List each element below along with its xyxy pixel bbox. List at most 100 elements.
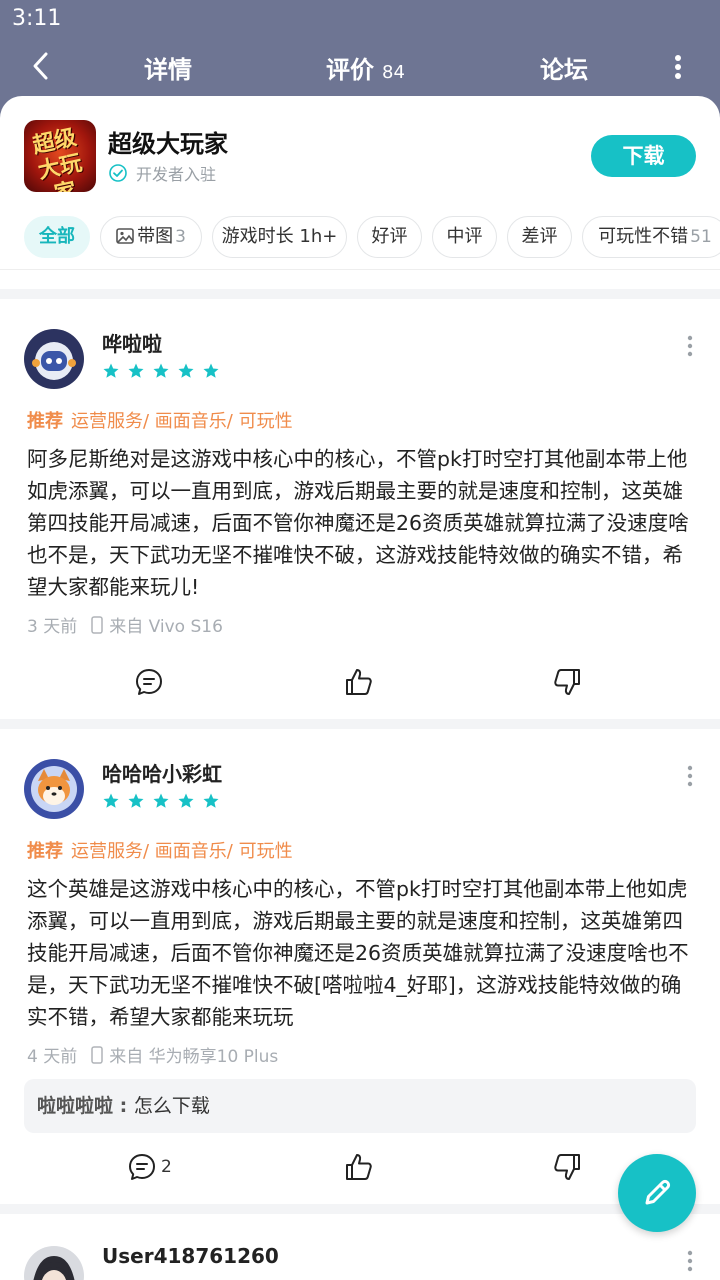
comment-icon [129, 1154, 155, 1180]
filter-chip-playability[interactable]: 可玩性不错 51 [582, 216, 720, 258]
section-gap [0, 719, 720, 729]
recommend-label: 推荐 [27, 411, 63, 432]
rating-stars [102, 362, 227, 380]
dislike-button[interactable] [552, 1147, 582, 1187]
verified-check-icon [109, 164, 127, 182]
tab-forum[interactable]: 论坛 [540, 50, 588, 85]
more-vertical-icon[interactable] [664, 50, 692, 84]
star-icon [153, 793, 169, 808]
like-button[interactable] [344, 662, 374, 702]
filter-chip-label: 差评 [521, 226, 558, 247]
pencil-icon [645, 1179, 671, 1205]
filter-chip-count: 3 [175, 227, 186, 247]
robot-avatar-icon [24, 329, 84, 389]
developer-badge: 开发者入驻 [108, 162, 216, 184]
section-gap [0, 1204, 720, 1214]
divider [0, 269, 720, 270]
filter-chip-neutral[interactable]: 中评 [432, 216, 497, 258]
thumbs-up-icon [346, 1154, 372, 1180]
review-card: 哈哈哈小彩虹 推荐 运营服务/ 画面音乐/ 可玩性 这个英雄是这游戏中核心中的核心… [0, 729, 720, 1209]
filter-chip-all[interactable]: 全部 [24, 216, 90, 258]
filter-chip-count: 51 [690, 227, 712, 247]
filter-chip-negative[interactable]: 差评 [507, 216, 572, 258]
comment-icon [136, 669, 162, 695]
tag-list: 运营服务/ 画面音乐/ 可玩性 [71, 411, 293, 432]
review-time: 3 天前 [27, 617, 78, 637]
review-text[interactable]: 阿多尼斯绝对是这游戏中核心中的核心，不管pk打时空打其他副本带上他如虎添翼，可以… [27, 443, 693, 603]
tab-forum-label: 论坛 [540, 56, 588, 84]
status-time: 3:11 [12, 6, 62, 31]
avatar[interactable] [24, 329, 84, 389]
phone-icon [91, 1045, 103, 1064]
filter-chip-with-image[interactable]: 带图 3 [100, 216, 202, 258]
star-icon [128, 363, 144, 378]
developer-badge-label: 开发者入驻 [136, 165, 217, 184]
phone-icon [91, 615, 103, 634]
review-actions: 2 [0, 1147, 720, 1187]
download-button[interactable]: 下载 [591, 135, 696, 177]
review-actions [0, 662, 720, 702]
write-review-button[interactable] [618, 1154, 696, 1232]
review-username[interactable]: 哈哈哈小彩虹 [102, 758, 222, 787]
review-text[interactable]: 这个英雄是这游戏中核心中的核心，不管pk打时空打其他副本带上他如虎添翼，可以一直… [27, 873, 693, 1033]
filter-chip-label: 中评 [446, 226, 483, 247]
avatar[interactable] [24, 1246, 84, 1280]
reply-username: 啦啦啦啦 [37, 1095, 114, 1117]
rating-stars [102, 792, 227, 810]
tag-list: 运营服务/ 画面音乐/ 可玩性 [71, 841, 293, 862]
app-icon-logo-text: 超级大玩家 [30, 124, 85, 192]
reply-preview[interactable]: 啦啦啦啦 : 怎么下载 [24, 1079, 696, 1133]
section-gap [0, 289, 720, 299]
star-icon [178, 793, 194, 808]
filter-chip-positive[interactable]: 好评 [357, 216, 422, 258]
review-meta: 3 天前 来自 Vivo S16 [27, 612, 223, 637]
filter-chip-label: 好评 [371, 226, 408, 247]
app-name: 超级大玩家 [108, 130, 228, 158]
star-icon [103, 363, 119, 378]
thumbs-down-icon [554, 1154, 580, 1180]
filter-chip-label: 全部 [39, 226, 75, 247]
star-icon [203, 793, 219, 808]
review-tags: 推荐 运营服务/ 画面音乐/ 可玩性 [27, 407, 293, 433]
avatar[interactable] [24, 759, 84, 819]
back-arrow-icon[interactable] [26, 48, 56, 84]
review-card: User418761260 [0, 1214, 720, 1280]
thumbs-up-icon [346, 669, 372, 695]
status-bar: 3:11 [0, 0, 720, 36]
review-time: 4 天前 [27, 1047, 78, 1067]
like-button[interactable] [344, 1147, 374, 1187]
review-more-icon[interactable] [680, 1248, 700, 1274]
image-icon [116, 228, 134, 244]
content-sheet: 超级大玩家 超级大玩家 开发者入驻 下载 全部 带图 3 游戏时长 1h+ 好评 … [0, 96, 720, 1280]
review-more-icon[interactable] [680, 333, 700, 359]
comment-count: 2 [161, 1157, 172, 1177]
review-meta: 4 天前 来自 华为畅享10 Plus [27, 1042, 278, 1067]
anime-avatar-icon [24, 1246, 84, 1280]
shiba-avatar-icon [24, 759, 84, 819]
filter-chip-label: 带图 [137, 226, 174, 247]
review-tags: 推荐 运营服务/ 画面音乐/ 可玩性 [27, 837, 293, 863]
tab-detail-label: 详情 [144, 56, 192, 84]
filter-chip-label: 游戏时长 1h+ [221, 226, 338, 247]
review-card: 哗啦啦 推荐 运营服务/ 画面音乐/ 可玩性 阿多尼斯绝对是这游戏中核心中的核心，… [0, 299, 720, 719]
reply-text: 怎么下载 [133, 1095, 210, 1117]
comment-button[interactable]: 2 [127, 1147, 172, 1187]
filter-chip-label: 可玩性不错 [598, 226, 689, 247]
dislike-button[interactable] [552, 662, 582, 702]
review-more-icon[interactable] [680, 763, 700, 789]
star-icon [128, 793, 144, 808]
review-username[interactable]: 哗啦啦 [102, 328, 162, 357]
star-icon [203, 363, 219, 378]
recommend-label: 推荐 [27, 841, 63, 862]
star-icon [178, 363, 194, 378]
filter-chip-playtime[interactable]: 游戏时长 1h+ [212, 216, 347, 258]
comment-button[interactable] [134, 662, 168, 702]
app-icon[interactable]: 超级大玩家 [24, 120, 96, 192]
star-icon [153, 363, 169, 378]
tab-detail[interactable]: 详情 [144, 50, 192, 85]
review-username[interactable]: User418761260 [102, 1244, 279, 1268]
review-device: 来自 Vivo S16 [109, 617, 223, 637]
tab-reviews[interactable]: 评价 84 [326, 50, 405, 85]
thumbs-down-icon [554, 669, 580, 695]
review-device: 来自 华为畅享10 Plus [109, 1047, 279, 1067]
